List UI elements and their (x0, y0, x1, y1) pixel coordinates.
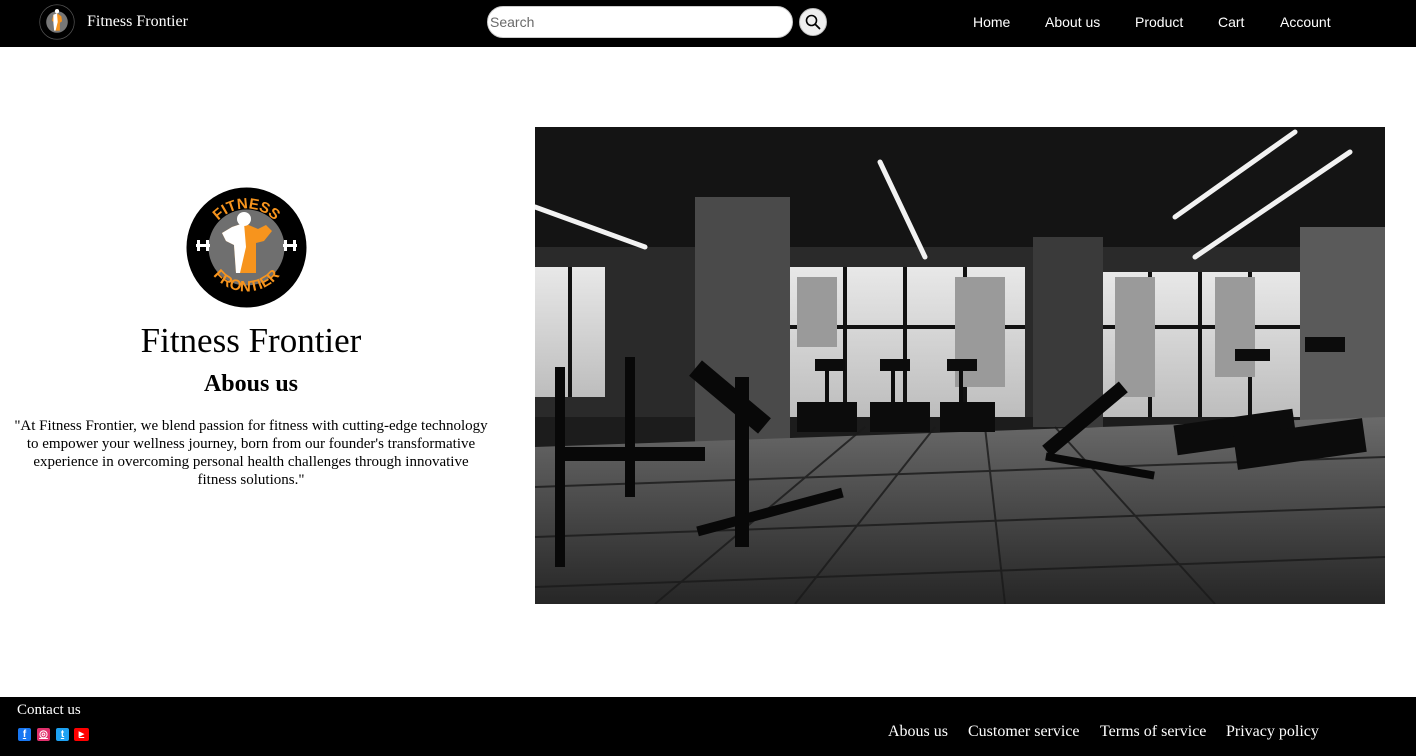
main-nav: Home About us Product Cart Account (0, 14, 1416, 32)
footer: Contact us f ◎ t ▶ Abous us Customer ser… (0, 697, 1416, 756)
nav-cart[interactable]: Cart (1218, 14, 1244, 30)
facebook-icon[interactable]: f (18, 728, 31, 741)
gym-photo (535, 127, 1385, 604)
contact-us-title: Contact us (17, 702, 81, 718)
footer-link-privacy-policy[interactable]: Privacy policy (1226, 723, 1319, 741)
about-title: Fitness Frontier (140, 321, 362, 360)
twitter-icon[interactable]: t (56, 728, 69, 741)
about-description: "At Fitness Frontier, we blend passion f… (14, 418, 488, 488)
footer-link-terms-of-service[interactable]: Terms of service (1100, 723, 1206, 741)
footer-link-about-us[interactable]: Abous us (888, 723, 948, 741)
fitness-frontier-logo: FITNESS FRONTIER (186, 187, 307, 308)
about-subtitle: Abous us (203, 371, 299, 397)
instagram-icon[interactable]: ◎ (37, 728, 50, 741)
youtube-icon[interactable]: ▶ (74, 728, 89, 741)
nav-account[interactable]: Account (1280, 14, 1331, 30)
footer-link-customer-service[interactable]: Customer service (968, 723, 1080, 741)
nav-product[interactable]: Product (1135, 14, 1183, 30)
top-navbar: Fitness Frontier Home About us Product C… (0, 0, 1416, 47)
nav-about-us[interactable]: About us (1045, 14, 1100, 30)
nav-home[interactable]: Home (973, 14, 1010, 30)
